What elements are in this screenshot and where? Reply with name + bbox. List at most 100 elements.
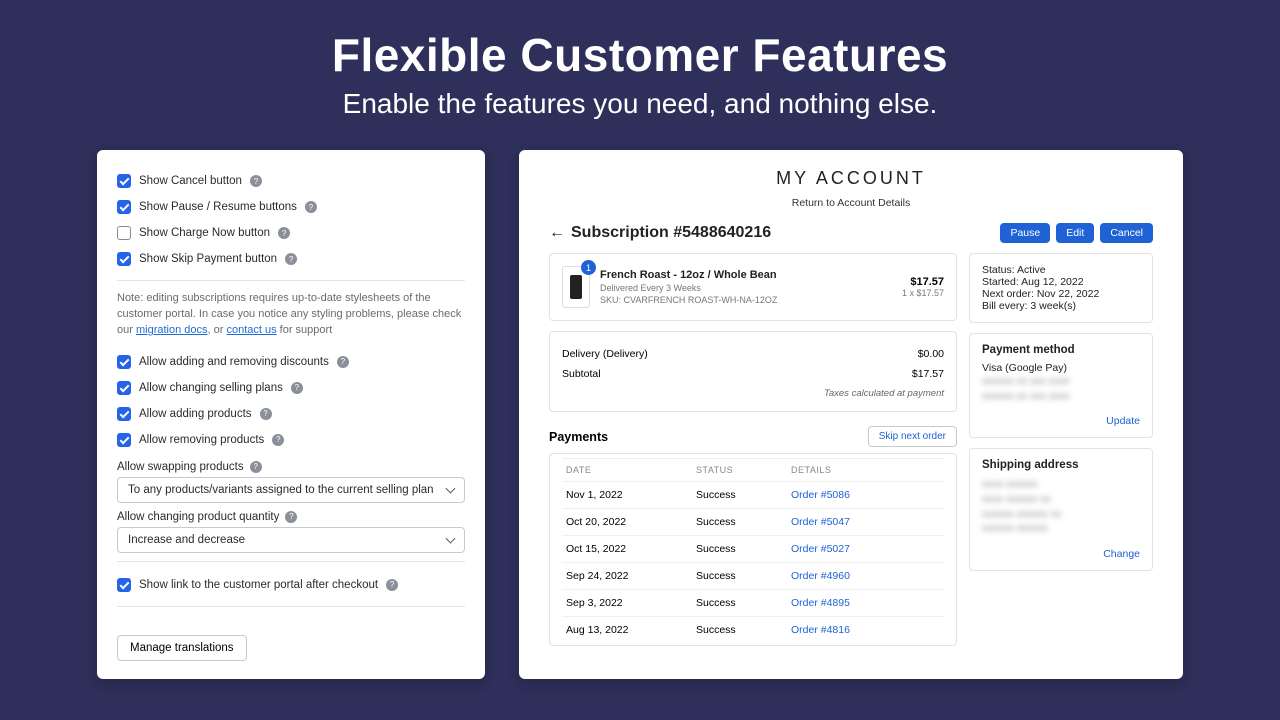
col-date: DATE: [566, 465, 696, 475]
qty-label: Allow changing product quantity: [117, 511, 279, 523]
help-icon[interactable]: ?: [291, 382, 303, 394]
label-allow-add-products: Allow adding products: [139, 408, 252, 420]
payment-row: Sep 24, 2022SuccessOrder #4960: [562, 562, 944, 589]
payment-method-redacted: xxxxxx xx xxx xxxxxxxxxx xx xxx xxxx: [982, 374, 1140, 403]
totals-box: Delivery (Delivery)$0.00 Subtotal$17.57 …: [549, 331, 957, 412]
help-icon[interactable]: ?: [278, 227, 290, 239]
payment-date: Sep 24, 2022: [566, 570, 696, 582]
subscription-title: Subscription #5488640216: [571, 224, 771, 242]
product-sku: SKU: CVARFRENCH ROAST-WH-NA-12OZ: [600, 295, 892, 305]
started-line: Started: Aug 12, 2022: [982, 276, 1140, 288]
label-show-charge-now: Show Charge Now button: [139, 227, 270, 239]
payment-row: Sep 3, 2022SuccessOrder #4895: [562, 589, 944, 616]
product-qty-price: 1 x $17.57: [902, 288, 944, 298]
status-line: Status: Active: [982, 264, 1140, 276]
payment-date: Aug 13, 2022: [566, 624, 696, 636]
label-show-cancel: Show Cancel button: [139, 175, 242, 187]
col-status: STATUS: [696, 465, 791, 475]
label-show-skip-payment: Show Skip Payment button: [139, 253, 277, 265]
swap-products-label: Allow swapping products: [117, 461, 244, 473]
payment-status: Success: [696, 570, 791, 582]
payment-method-title: Payment method: [982, 344, 1140, 356]
tax-note: Taxes calculated at payment: [562, 388, 944, 399]
checkbox-allow-plans[interactable]: [117, 381, 131, 395]
payment-date: Oct 15, 2022: [566, 543, 696, 555]
hero-title: Flexible Customer Features: [0, 28, 1280, 82]
bill-every-line: Bill every: 3 week(s): [982, 300, 1140, 312]
payment-status: Success: [696, 516, 791, 528]
subtotal-label: Subtotal: [562, 368, 601, 380]
product-name: French Roast - 12oz / Whole Bean: [600, 269, 892, 281]
divider: [117, 606, 465, 607]
label-allow-plans: Allow changing selling plans: [139, 382, 283, 394]
payment-update-link[interactable]: Update: [982, 415, 1140, 427]
checkbox-allow-discounts[interactable]: [117, 355, 131, 369]
checkbox-show-portal-link[interactable]: [117, 578, 131, 592]
qty-select[interactable]: Increase and decrease: [117, 527, 465, 553]
product-thumbnail: 1: [562, 266, 590, 308]
order-link[interactable]: Order #5027: [791, 543, 850, 555]
pause-button[interactable]: Pause: [1000, 223, 1050, 243]
divider: [117, 561, 465, 562]
divider: [117, 280, 465, 281]
payments-table: DATE STATUS DETAILS Nov 1, 2022SuccessOr…: [549, 453, 957, 646]
skip-next-order-button[interactable]: Skip next order: [868, 426, 957, 447]
shipping-redacted: xxxx xxxxxxxxxx xxxxxx xxxxxxxx xxxxxx x…: [982, 477, 1140, 536]
shipping-box: Shipping address xxxx xxxxxxxxxx xxxxxx …: [969, 448, 1153, 571]
payment-row: Oct 15, 2022SuccessOrder #5027: [562, 535, 944, 562]
payment-row: Nov 1, 2022SuccessOrder #5086: [562, 481, 944, 508]
next-order-line: Next order: Nov 22, 2022: [982, 288, 1140, 300]
help-icon[interactable]: ?: [250, 175, 262, 187]
order-link[interactable]: Order #4816: [791, 624, 850, 636]
help-icon[interactable]: ?: [250, 461, 262, 473]
payment-method-line: Visa (Google Pay): [982, 362, 1140, 374]
order-link[interactable]: Order #5047: [791, 516, 850, 528]
help-icon[interactable]: ?: [285, 511, 297, 523]
contact-us-link[interactable]: contact us: [226, 324, 276, 336]
return-link[interactable]: Return to Account Details: [549, 197, 1153, 209]
qty-badge: 1: [581, 260, 596, 275]
payment-date: Nov 1, 2022: [566, 489, 696, 501]
cancel-button[interactable]: Cancel: [1100, 223, 1153, 243]
checkbox-allow-add-products[interactable]: [117, 407, 131, 421]
payments-heading: Payments: [549, 430, 608, 444]
checkbox-show-skip-payment[interactable]: [117, 252, 131, 266]
col-details: DETAILS: [791, 465, 940, 475]
label-allow-remove-products: Allow removing products: [139, 434, 264, 446]
manage-translations-button[interactable]: Manage translations: [117, 635, 247, 661]
migration-docs-link[interactable]: migration docs: [136, 324, 208, 336]
label-show-pause: Show Pause / Resume buttons: [139, 201, 297, 213]
back-arrow-icon[interactable]: ←: [549, 224, 565, 242]
hero-subtitle: Enable the features you need, and nothin…: [0, 88, 1280, 120]
shipping-change-link[interactable]: Change: [982, 548, 1140, 560]
swap-products-select[interactable]: To any products/variants assigned to the…: [117, 477, 465, 503]
label-allow-discounts: Allow adding and removing discounts: [139, 356, 329, 368]
payment-status: Success: [696, 624, 791, 636]
order-link[interactable]: Order #4895: [791, 597, 850, 609]
product-frequency: Delivered Every 3 Weeks: [600, 283, 892, 293]
payment-date: Sep 3, 2022: [566, 597, 696, 609]
payment-method-box: Payment method Visa (Google Pay) xxxxxx …: [969, 333, 1153, 438]
help-icon[interactable]: ?: [386, 579, 398, 591]
checkbox-show-cancel[interactable]: [117, 174, 131, 188]
order-link[interactable]: Order #4960: [791, 570, 850, 582]
help-icon[interactable]: ?: [272, 434, 284, 446]
payment-status: Success: [696, 597, 791, 609]
product-price: $17.57: [902, 276, 944, 288]
checkbox-show-pause[interactable]: [117, 200, 131, 214]
help-icon[interactable]: ?: [285, 253, 297, 265]
settings-panel: Show Cancel button? Show Pause / Resume …: [97, 150, 485, 679]
payment-status: Success: [696, 543, 791, 555]
settings-note: Note: editing subscriptions requires up-…: [117, 291, 465, 349]
checkbox-allow-remove-products[interactable]: [117, 433, 131, 447]
payment-row: Oct 20, 2022SuccessOrder #5047: [562, 508, 944, 535]
payment-date: Oct 20, 2022: [566, 516, 696, 528]
help-icon[interactable]: ?: [260, 408, 272, 420]
help-icon[interactable]: ?: [337, 356, 349, 368]
edit-button[interactable]: Edit: [1056, 223, 1094, 243]
checkbox-show-charge-now[interactable]: [117, 226, 131, 240]
order-link[interactable]: Order #5086: [791, 489, 850, 501]
subtotal-value: $17.57: [912, 368, 944, 380]
payment-row: Aug 13, 2022SuccessOrder #4816: [562, 616, 944, 643]
help-icon[interactable]: ?: [305, 201, 317, 213]
